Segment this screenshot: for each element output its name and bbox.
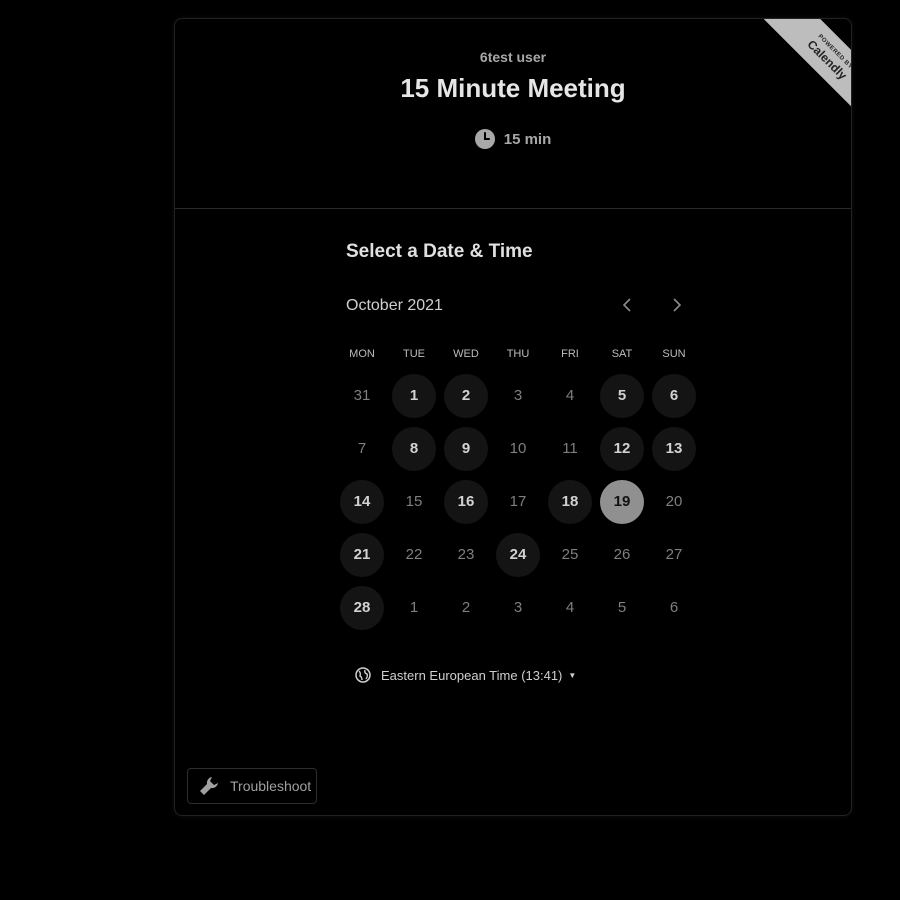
calendar-day-number: 7 (357, 440, 367, 457)
calendar-day-available[interactable]: 9 (440, 422, 492, 475)
calendar-day-disabled: 4 (544, 581, 596, 634)
calendar-day-available[interactable]: 1 (388, 369, 440, 422)
calendar-day-number: 8 (392, 426, 436, 471)
calendar-day-number: 5 (617, 599, 627, 616)
calendar-day-disabled: 7 (336, 422, 388, 475)
calendar-day-number: 26 (613, 546, 631, 563)
weekday-label: SUN (662, 348, 686, 360)
calendar-day-available[interactable]: 13 (648, 422, 700, 475)
calendar-day-available[interactable]: 28 (336, 581, 388, 634)
calendar-day-number: 1 (409, 599, 419, 616)
calendar-day-available[interactable]: 24 (492, 528, 544, 581)
calendar-day-available[interactable]: 21 (336, 528, 388, 581)
calendar-day-available[interactable]: 18 (544, 475, 596, 528)
calendar-day-available[interactable]: 5 (596, 369, 648, 422)
calendar-day-disabled: 11 (544, 422, 596, 475)
weekday-label: THU (506, 348, 530, 360)
calendar-day-number: 4 (565, 599, 575, 616)
caret-down-icon: ▼ (568, 670, 577, 680)
calendar-day-number: 1 (392, 373, 436, 418)
calendar-day-number: 28 (340, 585, 384, 630)
calendar-day-disabled: 23 (440, 528, 492, 581)
calendar-day-number: 31 (353, 387, 371, 404)
calendar-day-number: 18 (548, 479, 592, 524)
calendar-day-disabled: 2 (440, 581, 492, 634)
calendar-day-number: 21 (340, 532, 384, 577)
next-month-button[interactable] (665, 295, 689, 319)
timezone-label: Eastern European Time (13:41) (381, 667, 563, 683)
calendar-day-available[interactable]: 6 (648, 369, 700, 422)
calendar-day-number: 10 (509, 440, 527, 457)
month-label: October 2021 (346, 297, 443, 314)
booking-card: 6test user 15 Minute Meeting 15 min POWE… (174, 18, 852, 816)
clock-icon (474, 129, 495, 149)
calendar-day-available[interactable]: 12 (596, 422, 648, 475)
calendar-day-disabled: 5 (596, 581, 648, 634)
calendar-day-number: 6 (669, 599, 679, 616)
calendar-day-number: 23 (457, 546, 475, 563)
calendar-day-number: 14 (340, 479, 384, 524)
calendar-day-number: 16 (444, 479, 488, 524)
calendar-day-disabled: 3 (492, 369, 544, 422)
troubleshoot-label: Troubleshoot (230, 778, 312, 794)
calendar-day-number: 22 (405, 546, 423, 563)
chevron-right-icon (672, 297, 682, 317)
weekday-label: WED (453, 348, 479, 360)
powered-by-calendly-badge[interactable]: POWERED BY Calendly (745, 19, 851, 125)
weekday-label: MON (349, 348, 375, 360)
calendar-day-number: 15 (405, 493, 423, 510)
calendar-day-disabled: 25 (544, 528, 596, 581)
weekday-label: SAT (611, 348, 633, 360)
calendar-day-number: 6 (652, 373, 696, 418)
calendar-day-number: 27 (665, 546, 683, 563)
prev-month-button[interactable] (615, 295, 639, 319)
calendar-day-number: 17 (509, 493, 527, 510)
calendar-day-number: 25 (561, 546, 579, 563)
weekday-label: FRI (561, 348, 579, 360)
globe-icon (355, 667, 371, 683)
calendar-day-number: 3 (513, 387, 523, 404)
calendar-day-disabled: 4 (544, 369, 596, 422)
calendar-day-number: 4 (565, 387, 575, 404)
calendar-day-number: 2 (444, 373, 488, 418)
calendar-day-disabled: 6 (648, 581, 700, 634)
troubleshoot-button[interactable]: Troubleshoot (187, 768, 317, 804)
calendar-day-disabled: 22 (388, 528, 440, 581)
calendar-day-disabled: 3 (492, 581, 544, 634)
calendar-day-disabled: 10 (492, 422, 544, 475)
calendar-day-available[interactable]: 14 (336, 475, 388, 528)
calendar-day-number: 3 (513, 599, 523, 616)
calendar-day-number: 12 (600, 426, 644, 471)
weekday-header: MON TUE WED THU FRI SAT SUN (336, 348, 700, 360)
calendar-day-disabled: 27 (648, 528, 700, 581)
calendar-day-number: 13 (652, 426, 696, 471)
calendar-day-disabled: 26 (596, 528, 648, 581)
calendar-day-disabled: 15 (388, 475, 440, 528)
calendar-day-number: 11 (562, 440, 578, 457)
calendar-grid: 31 1 2 3 4 5 6 7 8 9 10 11 12 13 14 15 16 17 18 19 20 21 22 23 2… (336, 369, 700, 634)
calendar-day-available[interactable]: 2 (440, 369, 492, 422)
duration-label: 15 min (503, 130, 552, 148)
badge-ribbon: POWERED BY Calendly (762, 19, 851, 125)
wrench-icon (198, 775, 220, 797)
calendar-day-available[interactable]: 16 (440, 475, 492, 528)
calendar-day-disabled: 17 (492, 475, 544, 528)
calendar-day-disabled: 20 (648, 475, 700, 528)
calendar-day-disabled: 31 (336, 369, 388, 422)
calendar-day-number: 5 (600, 373, 644, 418)
calendar-day-disabled: 1 (388, 581, 440, 634)
calendar-day-number: 2 (461, 599, 471, 616)
calendar-day-number: 19 (600, 479, 644, 524)
calendar-day-number: 9 (444, 426, 488, 471)
weekday-label: TUE (403, 348, 425, 360)
chevron-left-icon (622, 297, 632, 317)
timezone-selector[interactable]: Eastern European Time (13:41) ▼ (355, 667, 576, 683)
event-duration: 15 min (175, 129, 851, 149)
calendar-day-selected[interactable]: 19 (596, 475, 648, 528)
calendar-day-number: 20 (665, 493, 683, 510)
calendar-day-number: 24 (496, 532, 540, 577)
section-title: Select a Date & Time (346, 241, 533, 262)
calendar-day-available[interactable]: 8 (388, 422, 440, 475)
